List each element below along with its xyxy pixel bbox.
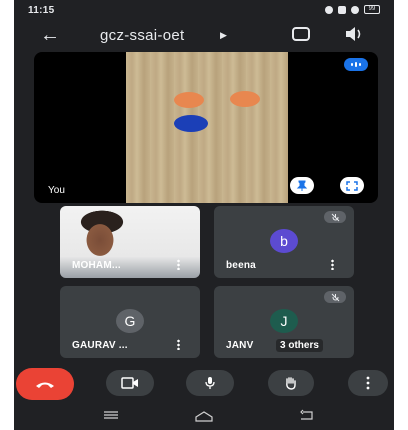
meeting-code[interactable]: gcz-ssai-oet bbox=[100, 27, 184, 44]
mic-off-icon bbox=[324, 291, 346, 303]
participant-name: beena bbox=[226, 260, 256, 271]
participant-name: JANV bbox=[226, 340, 254, 351]
speaker-icon[interactable] bbox=[344, 26, 364, 42]
mic-toggle-button[interactable] bbox=[186, 370, 234, 396]
signal-icon bbox=[338, 5, 346, 14]
end-call-button[interactable] bbox=[16, 368, 74, 400]
participant-tile[interactable]: J JANV 3 others bbox=[214, 286, 354, 358]
fullscreen-button[interactable] bbox=[340, 177, 364, 194]
caret-right-icon[interactable]: ▶ bbox=[220, 30, 227, 41]
status-icons: 99 bbox=[325, 5, 380, 14]
alarm-icon bbox=[325, 5, 333, 14]
others-count[interactable]: 3 others bbox=[276, 339, 323, 352]
more-options-icon[interactable] bbox=[177, 259, 180, 270]
participant-tile[interactable]: G GAURAV ... bbox=[60, 286, 200, 358]
pin-button[interactable] bbox=[290, 177, 314, 194]
call-controls bbox=[14, 366, 394, 406]
meet-call-screen: 11:15 99 ← gcz-ssai-oet ▶ You MOHAM... b… bbox=[14, 0, 394, 430]
orange-ball bbox=[174, 92, 204, 108]
call-header: ← gcz-ssai-oet ▶ bbox=[14, 22, 394, 52]
more-vert-icon bbox=[366, 376, 370, 390]
participant-name: GAURAV ... bbox=[72, 340, 128, 351]
more-options-icon[interactable] bbox=[177, 339, 180, 350]
status-bar: 11:15 99 bbox=[14, 0, 394, 22]
wifi-icon bbox=[351, 5, 359, 14]
menu-icon[interactable] bbox=[102, 409, 120, 421]
switch-camera-icon[interactable] bbox=[292, 27, 310, 41]
microphone-icon bbox=[205, 377, 215, 389]
system-nav-bar bbox=[14, 406, 394, 430]
participant-name: MOHAM... bbox=[72, 260, 121, 271]
battery-icon: 99 bbox=[364, 5, 380, 14]
mic-off-icon bbox=[324, 211, 346, 223]
speaking-indicator-icon bbox=[344, 58, 368, 71]
back-arrow-icon[interactable]: ← bbox=[40, 25, 60, 45]
pin-icon bbox=[296, 180, 308, 191]
participant-tile[interactable]: MOHAM... bbox=[60, 206, 200, 278]
status-time: 11:15 bbox=[28, 5, 55, 16]
back-nav-icon[interactable] bbox=[298, 409, 316, 421]
participant-tile[interactable]: b beena bbox=[214, 206, 354, 278]
raise-hand-button[interactable] bbox=[268, 370, 314, 396]
self-video-feed bbox=[126, 52, 288, 203]
video-camera-icon bbox=[121, 377, 138, 389]
self-label: You bbox=[48, 185, 65, 196]
blue-ball bbox=[174, 115, 208, 132]
participant-avatar: G bbox=[116, 309, 144, 333]
orange-ball bbox=[230, 91, 260, 107]
participant-avatar: b bbox=[270, 229, 298, 253]
participant-avatar: J bbox=[270, 309, 298, 333]
camera-toggle-button[interactable] bbox=[106, 370, 154, 396]
fullscreen-icon bbox=[346, 180, 358, 191]
more-options-icon[interactable] bbox=[331, 259, 334, 270]
raise-hand-icon bbox=[286, 377, 296, 390]
hang-up-icon bbox=[36, 382, 54, 388]
self-video-tile[interactable]: You bbox=[34, 52, 378, 203]
home-icon[interactable] bbox=[194, 409, 214, 423]
more-options-button[interactable] bbox=[348, 370, 388, 396]
